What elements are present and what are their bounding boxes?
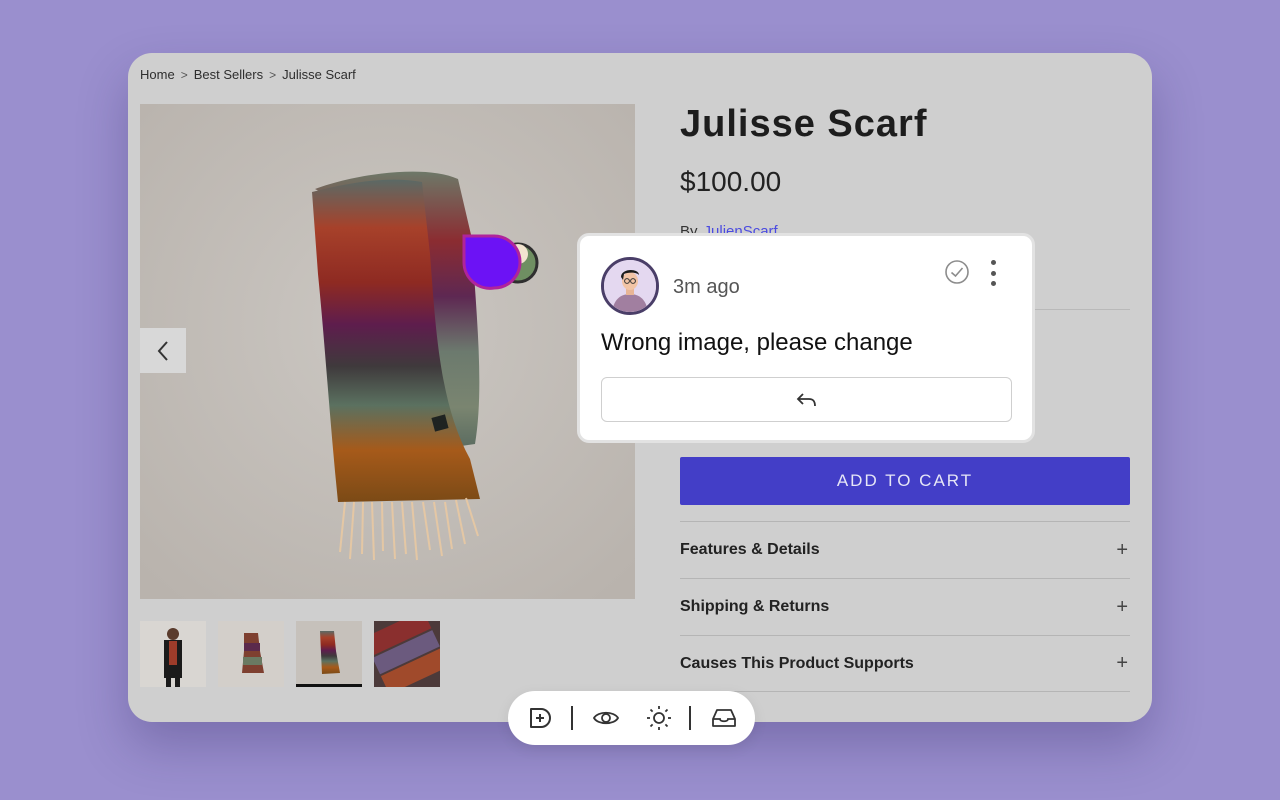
accordion-label: Causes This Product Supports (680, 654, 914, 672)
person-wearing-scarf-thumbnail (140, 621, 206, 687)
thumbnail-3[interactable] (296, 621, 362, 687)
accordion-features-details[interactable]: Features & Details + (680, 521, 1130, 578)
reply-button[interactable] (601, 377, 1012, 422)
breadcrumb: Home > Best Sellers > Julisse Scarf (140, 67, 356, 82)
accordion-shipping-returns[interactable]: Shipping & Returns + (680, 578, 1130, 635)
scarf-folded-thumbnail (218, 621, 284, 687)
product-title: Julisse Scarf (680, 103, 928, 145)
thumbnail-2[interactable] (218, 621, 284, 687)
add-comment-button[interactable] (524, 702, 556, 734)
check-circle-icon[interactable] (944, 259, 970, 285)
previous-image-button[interactable] (140, 328, 186, 373)
product-price: $100.00 (680, 166, 782, 197)
toolbar-divider (571, 706, 573, 730)
user-avatar-icon (604, 260, 656, 312)
scarf-image (140, 104, 635, 599)
more-vertical-icon[interactable] (986, 258, 1000, 288)
comment-pin[interactable] (460, 232, 539, 292)
reply-icon (796, 392, 816, 406)
plus-icon: + (1116, 652, 1128, 674)
accordion-label: Shipping & Returns (680, 598, 830, 615)
product-accordion: Features & Details + Shipping & Returns … (680, 521, 1130, 692)
theme-button[interactable] (643, 702, 675, 734)
comment-text: Wrong image, please change (601, 329, 913, 356)
add-comment-icon (530, 708, 551, 728)
scarf-closeup-thumbnail (374, 621, 440, 687)
inbox-button[interactable] (708, 702, 740, 734)
product-main-image[interactable] (140, 104, 635, 599)
scarf-flat-thumbnail (296, 621, 362, 687)
sun-icon (647, 706, 671, 730)
feedback-toolbar (508, 691, 755, 745)
breadcrumb-separator: > (269, 67, 277, 82)
plus-icon: + (1116, 595, 1128, 618)
avatar (601, 257, 659, 315)
comment-card: 3m ago Wrong image, please change (577, 233, 1035, 443)
comment-pin-icon (462, 234, 539, 290)
thumbnail-4[interactable] (374, 621, 440, 687)
accordion-label: Features & Details (680, 541, 820, 558)
add-to-cart-button[interactable]: ADD TO CART (680, 457, 1130, 505)
breadcrumb-best-sellers[interactable]: Best Sellers (194, 67, 263, 82)
breadcrumb-current[interactable]: Julisse Scarf (282, 67, 356, 82)
comment-timestamp: 3m ago (673, 276, 740, 298)
breadcrumb-separator: > (180, 67, 188, 82)
breadcrumb-home[interactable]: Home (140, 67, 175, 82)
view-button[interactable] (590, 702, 622, 734)
accordion-causes[interactable]: Causes This Product Supports + (680, 635, 1130, 692)
thumbnail-strip (140, 621, 440, 687)
thumbnail-1[interactable] (140, 621, 206, 687)
chevron-left-icon (157, 340, 168, 361)
plus-icon: + (1116, 538, 1128, 561)
eye-icon (592, 711, 620, 725)
toolbar-divider (689, 706, 691, 730)
inbox-icon (712, 709, 736, 727)
